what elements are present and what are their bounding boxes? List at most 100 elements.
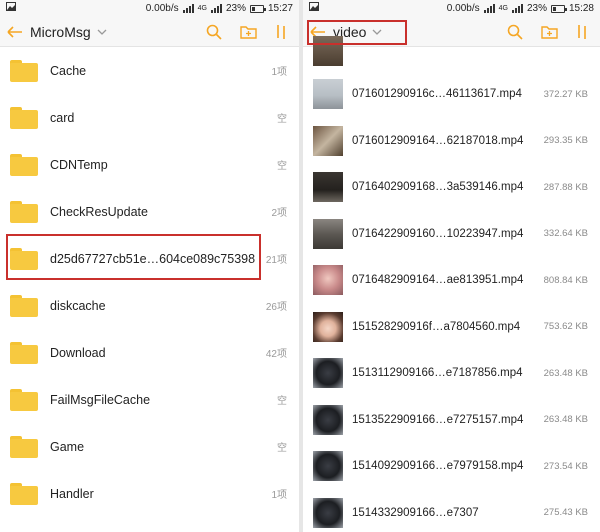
folder-item[interactable]: Handler 1项 <box>0 470 299 517</box>
folder-icon <box>10 106 38 129</box>
folder-count: 空 <box>277 114 287 125</box>
status-bar: 0.00b/s 4G 23% 15:27 <box>0 0 299 18</box>
folder-name: Game <box>50 439 85 454</box>
file-item[interactable]: 151528290916f…a7804560.mp4 753.62 KB <box>303 304 600 351</box>
chevron-down-icon <box>97 27 107 38</box>
battery-percent: 23% <box>526 3 547 14</box>
network-type: 4G <box>498 5 508 12</box>
new-folder-icon[interactable] <box>240 25 257 39</box>
file-item[interactable]: 1513522909166…e7275157.mp4 263.48 KB <box>303 397 600 444</box>
folder-icon <box>10 59 38 82</box>
folder-count: 1项 <box>271 67 287 78</box>
file-item[interactable]: 1514332909166…e7307 275.43 KB <box>303 490 600 532</box>
network-speed: 0.00b/s <box>145 3 179 14</box>
file-size: 273.54 KB <box>543 460 588 472</box>
folder-name: Cache <box>50 63 87 78</box>
folder-item[interactable]: Game 空 <box>0 423 299 470</box>
clock: 15:28 <box>568 3 594 14</box>
cell-signal-icon <box>210 4 222 13</box>
file-name: 0716402909168…3a539146.mp4 <box>352 181 524 194</box>
file-size: 372.27 KB <box>543 88 588 100</box>
folder-item[interactable]: diskcache 26项 <box>0 282 299 329</box>
file-size: 275.43 KB <box>543 507 588 519</box>
file-name: 0716422909160…10223947.mp4 <box>352 227 524 240</box>
video-thumbnail <box>313 79 343 110</box>
right-screen: 0.00b/s 4G 23% 15:28 video 071601290916c… <box>303 0 600 532</box>
file-list: 071601290916c…46113617.mp4 372.27 KB 071… <box>303 36 600 532</box>
folder-title-label: MicroMsg <box>30 24 91 40</box>
file-size: 263.48 KB <box>543 367 588 379</box>
folder-item[interactable]: card 空 <box>0 94 299 141</box>
file-item[interactable]: 0716482909164…ae813951.mp4 808.84 KB <box>303 257 600 304</box>
file-size: 263.48 KB <box>543 414 588 426</box>
folder-item[interactable]: FailMsgFileCache 空 <box>0 376 299 423</box>
folder-name: CDNTemp <box>50 157 108 172</box>
folder-name: CheckResUpdate <box>50 204 148 219</box>
battery-percent: 23% <box>225 3 246 14</box>
folder-name: diskcache <box>50 298 106 313</box>
folder-count: 26项 <box>265 302 287 313</box>
folder-icon <box>10 294 38 317</box>
folder-item[interactable]: Cache 1项 <box>0 47 299 94</box>
sort-icon[interactable] <box>275 24 287 40</box>
file-item-partial[interactable] <box>303 36 600 71</box>
folder-count: 2项 <box>271 208 287 219</box>
image-notification-icon <box>6 2 16 14</box>
video-thumbnail <box>313 404 343 435</box>
video-thumbnail <box>313 451 343 482</box>
folder-item[interactable]: CDNTemp 空 <box>0 141 299 188</box>
video-thumbnail <box>313 172 343 203</box>
file-item[interactable]: 0716402909168…3a539146.mp4 287.88 KB <box>303 164 600 211</box>
file-size: 753.62 KB <box>543 321 588 333</box>
cell-signal-icon <box>511 4 523 13</box>
file-size: 332.64 KB <box>543 228 588 240</box>
video-thumbnail <box>313 358 343 389</box>
image-notification-icon <box>309 2 319 14</box>
wifi-signal-icon <box>483 4 495 13</box>
video-thumbnail <box>313 218 343 249</box>
battery-icon <box>550 4 567 13</box>
folder-count: 空 <box>277 161 287 172</box>
video-thumbnail <box>313 497 343 528</box>
folder-list: Cache 1项 card 空 CDNTemp 空 CheckResUpdate… <box>0 47 299 517</box>
file-item[interactable]: 0716422909160…10223947.mp4 332.64 KB <box>303 211 600 258</box>
search-icon[interactable] <box>507 24 523 40</box>
wifi-signal-icon <box>182 4 194 13</box>
search-icon[interactable] <box>206 24 222 40</box>
folder-count: 1项 <box>271 490 287 501</box>
folder-icon <box>10 153 38 176</box>
folder-icon <box>10 341 38 364</box>
file-item[interactable]: 1514092909166…e7979158.mp4 273.54 KB <box>303 443 600 490</box>
file-size: 293.35 KB <box>543 135 588 147</box>
video-thumbnail <box>313 311 343 342</box>
folder-name: Download <box>50 345 106 360</box>
sort-icon[interactable] <box>576 24 588 40</box>
back-arrow-icon[interactable] <box>0 18 30 46</box>
folder-item[interactable]: Download 42项 <box>0 329 299 376</box>
folder-title[interactable]: MicroMsg <box>30 24 107 40</box>
left-screen: 0.00b/s 4G 23% 15:27 MicroMsg Cache 1项 c… <box>0 0 299 532</box>
file-name: 1514092909166…e7979158.mp4 <box>352 460 524 473</box>
file-name: 151528290916f…a7804560.mp4 <box>352 320 521 333</box>
video-thumbnail <box>313 125 343 156</box>
folder-item[interactable]: CheckResUpdate 2项 <box>0 188 299 235</box>
folder-count: 空 <box>277 443 287 454</box>
file-name: 1513112909166…e7187856.mp4 <box>352 367 523 380</box>
file-item[interactable]: 1513112909166…e7187856.mp4 263.48 KB <box>303 350 600 397</box>
battery-icon <box>249 4 266 13</box>
folder-icon <box>10 200 38 223</box>
file-name: 1513522909166…e7275157.mp4 <box>352 413 524 426</box>
network-type: 4G <box>197 5 207 12</box>
folder-count: 空 <box>277 396 287 407</box>
file-item[interactable]: 0716012909164…62187018.mp4 293.35 KB <box>303 118 600 165</box>
folder-count: 42项 <box>265 349 287 360</box>
clock: 15:27 <box>267 3 293 14</box>
folder-name: Handler <box>50 486 94 501</box>
toolbar: MicroMsg <box>0 18 299 47</box>
new-folder-icon[interactable] <box>541 25 558 39</box>
file-size: 808.84 KB <box>543 274 588 286</box>
file-item[interactable]: 071601290916c…46113617.mp4 372.27 KB <box>303 71 600 118</box>
status-bar: 0.00b/s 4G 23% 15:28 <box>303 0 600 18</box>
network-speed: 0.00b/s <box>446 3 480 14</box>
video-thumbnail <box>313 265 343 296</box>
